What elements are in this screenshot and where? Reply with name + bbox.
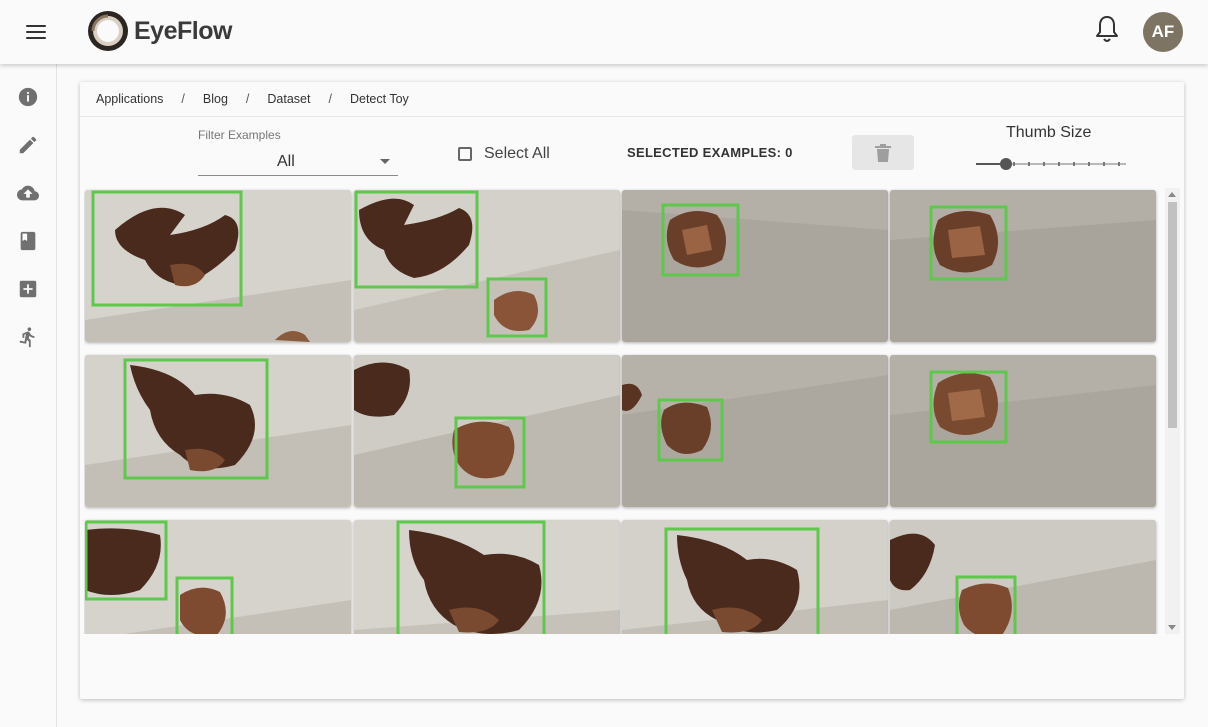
sidebar-item-run[interactable] <box>16 325 40 349</box>
example-image <box>85 190 351 342</box>
example-thumbnail[interactable] <box>354 190 620 342</box>
avatar[interactable]: AF <box>1143 12 1183 52</box>
scrollbar-thumb[interactable] <box>1168 202 1177 428</box>
thumb-size-label: Thumb Size <box>1006 124 1092 141</box>
example-thumbnail[interactable] <box>890 520 1156 634</box>
slider-tick <box>1118 162 1120 166</box>
example-image <box>622 355 888 507</box>
example-image <box>622 520 888 634</box>
breadcrumb: Applications / Blog / Dataset / Detect T… <box>96 91 409 107</box>
info-icon <box>18 87 38 107</box>
notification-bell-icon[interactable] <box>1093 14 1121 44</box>
app-name: EyeFlow <box>134 16 232 45</box>
gallery-scrollbar[interactable] <box>1165 188 1180 634</box>
example-thumbnail[interactable] <box>622 520 888 634</box>
scroll-up-icon[interactable] <box>1168 192 1176 197</box>
example-image <box>354 520 620 634</box>
breadcrumb-separator: / <box>245 92 250 106</box>
chevron-down-icon <box>380 159 390 164</box>
select-all-control[interactable]: Select All <box>458 143 550 165</box>
slider-tick <box>1088 162 1090 166</box>
select-all-checkbox[interactable] <box>458 147 472 161</box>
slider-tick <box>1028 162 1030 166</box>
example-thumbnail[interactable] <box>622 355 888 507</box>
logo[interactable]: EyeFlow <box>86 8 232 54</box>
sidebar <box>0 64 57 727</box>
example-image <box>890 355 1156 507</box>
thumb-size-slider[interactable] <box>976 156 1126 172</box>
example-image <box>354 355 620 507</box>
breadcrumb-detect-toy: Detect Toy <box>349 92 409 106</box>
example-image <box>622 190 888 342</box>
breadcrumb-blog[interactable]: Blog <box>203 92 228 106</box>
cloud-upload-icon <box>17 185 39 201</box>
slider-tick <box>1013 162 1015 166</box>
sidebar-item-info[interactable] <box>16 85 40 109</box>
scroll-down-icon[interactable] <box>1168 625 1176 630</box>
example-gallery <box>84 188 1165 634</box>
book-icon <box>20 231 36 251</box>
divider <box>80 116 1184 117</box>
example-image <box>354 190 620 342</box>
slider-tick <box>1103 162 1105 166</box>
example-image <box>85 355 351 507</box>
selected-examples-count: SELECTED EXAMPLES: 0 <box>627 145 793 160</box>
breadcrumb-dataset[interactable]: Dataset <box>267 92 310 106</box>
slider-tick <box>1058 162 1060 166</box>
breadcrumb-separator: / <box>328 92 332 106</box>
sidebar-item-upload[interactable] <box>16 181 40 205</box>
slider-thumb[interactable] <box>1000 158 1012 170</box>
example-thumbnail[interactable] <box>890 355 1156 507</box>
filter-examples-value: All <box>277 153 295 170</box>
example-thumbnail[interactable] <box>85 355 351 507</box>
breadcrumb-separator: / <box>181 92 185 106</box>
run-icon <box>19 327 35 348</box>
app-bar: EyeFlow AF <box>0 0 1208 64</box>
sidebar-item-add[interactable] <box>16 277 40 301</box>
filter-examples-select[interactable]: All <box>198 148 398 176</box>
add-box-icon <box>19 280 37 298</box>
delete-button[interactable] <box>852 135 914 170</box>
example-thumbnail[interactable] <box>622 190 888 342</box>
sidebar-item-book[interactable] <box>16 229 40 253</box>
example-thumbnail[interactable] <box>85 520 351 634</box>
example-image <box>890 190 1156 342</box>
example-image <box>890 520 1156 634</box>
trash-icon <box>875 143 891 162</box>
example-thumbnail[interactable] <box>85 190 351 342</box>
example-thumbnail[interactable] <box>890 190 1156 342</box>
breadcrumb-applications[interactable]: Applications <box>96 92 163 106</box>
dataset-card: Applications / Blog / Dataset / Detect T… <box>80 82 1184 699</box>
pencil-icon <box>19 136 37 154</box>
example-thumbnail[interactable] <box>354 355 620 507</box>
slider-tick <box>1043 162 1045 166</box>
menu-icon[interactable] <box>20 20 52 44</box>
filter-examples-label: Filter Examples <box>198 128 281 142</box>
example-image <box>85 520 351 634</box>
sidebar-item-edit[interactable] <box>16 133 40 157</box>
select-all-label: Select All <box>484 145 550 162</box>
example-thumbnail[interactable] <box>354 520 620 634</box>
eyeflow-logo-icon <box>88 11 128 51</box>
slider-tick <box>1073 162 1075 166</box>
